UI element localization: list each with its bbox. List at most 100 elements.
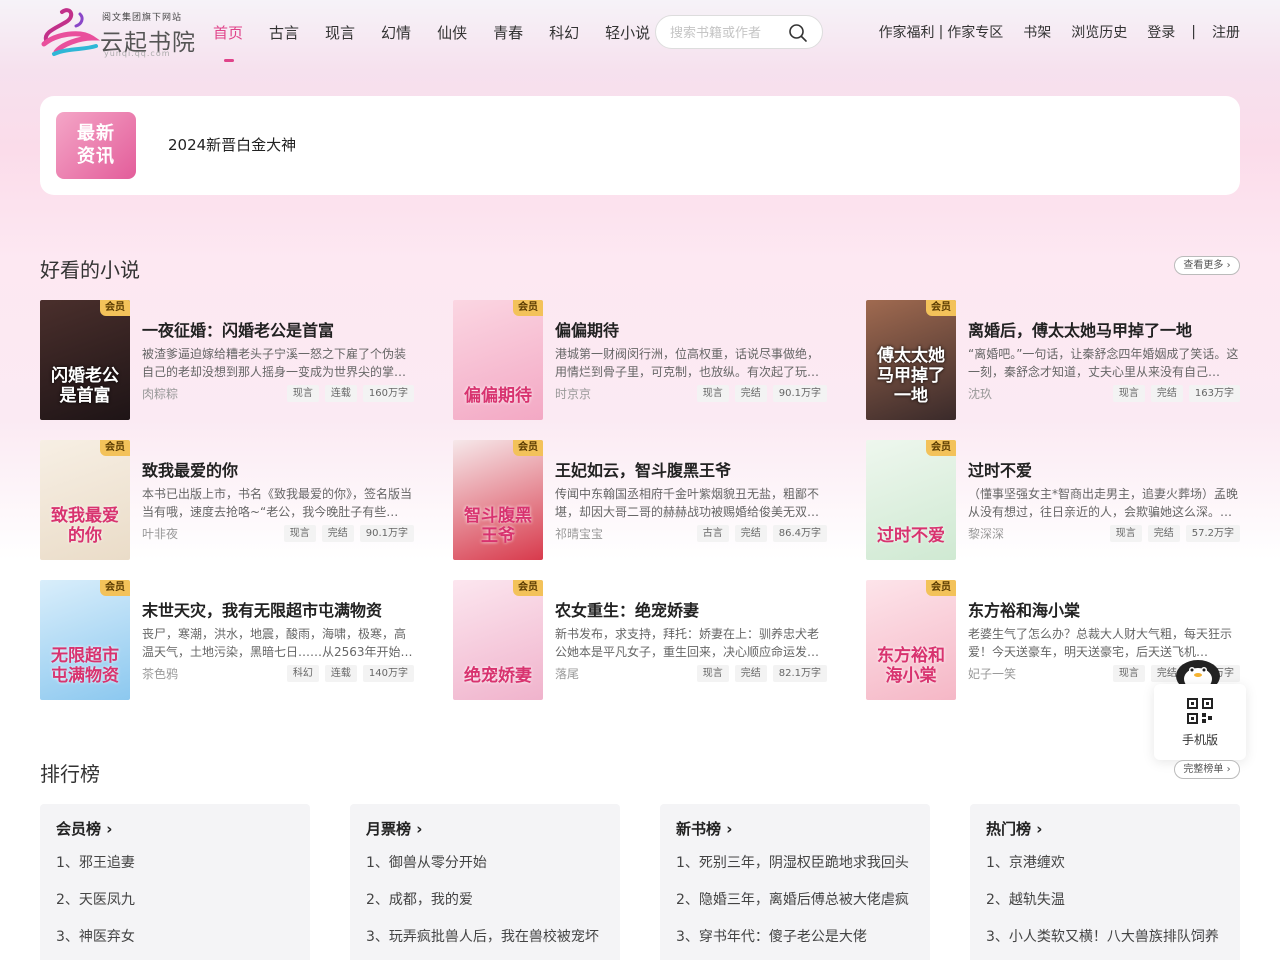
nav-light-novel[interactable]: 轻小说 <box>605 22 650 43</box>
genre-tag: 现言 <box>283 525 316 542</box>
book-cover[interactable]: 会员 智斗腹黑王爷 <box>453 440 543 560</box>
word-count-tag: 163万字 <box>1188 385 1240 402</box>
nav-xianxia[interactable]: 仙侠 <box>437 22 467 43</box>
search-input[interactable] <box>670 23 780 43</box>
nav-fantasy-romance[interactable]: 幻情 <box>381 22 411 43</box>
history-link[interactable]: 浏览历史 <box>1071 22 1127 42</box>
mobile-version-widget[interactable]: 手机版 <box>1154 684 1246 760</box>
book-title[interactable]: 离婚后，傅太太她马甲掉了一地 <box>968 317 1192 341</box>
book-cover[interactable]: 会员 傅太太她马甲掉了一地 <box>866 300 956 420</box>
login-link[interactable]: 登录 <box>1147 22 1175 42</box>
vip-badge: 会员 <box>513 440 543 456</box>
news-badge-line2: 资讯 <box>77 146 115 167</box>
word-count-tag: 57.2万字 <box>1185 525 1240 542</box>
ranking-item[interactable]: 2、天医凤九 <box>56 889 135 909</box>
book-author[interactable]: 黎深深 <box>968 525 1004 542</box>
news-headline[interactable]: 2024新晋白金大神 <box>168 134 296 155</box>
book-tags: 现言 完结 57.2万字 <box>1104 525 1240 542</box>
book-title[interactable]: 一夜征婚：闪婚老公是首富 <box>142 317 334 341</box>
news-banner: 最新 资讯 2024新晋白金大神 <box>40 96 1240 195</box>
book-author[interactable]: 时京京 <box>555 385 591 402</box>
top-header: 阅文集团旗下网站 云起书院 yunqi.qq.com 首页 古言 现言 幻情 仙… <box>0 0 1280 64</box>
book-cover[interactable]: 会员 致我最爱的你 <box>40 440 130 560</box>
book-cover[interactable]: 会员 偏偏期待 <box>453 300 543 420</box>
writer-links-divider: | <box>938 24 944 40</box>
ranking-item[interactable]: 3、玩弄疯批兽人后，我在兽校被宠坏 <box>366 926 599 946</box>
ranking-item[interactable]: 3、小人类软又横！八大兽族排队饲养 <box>986 926 1219 946</box>
book-description: 港城第一财阀闵行洲，位高权重，话说尽事做绝，用情烂到骨子里，可克制，也放纵。有次… <box>555 347 820 379</box>
book-title[interactable]: 农女重生：绝宠娇妻 <box>555 597 699 621</box>
writer-zone-link[interactable]: 作家专区 <box>947 22 1003 42</box>
writer-welfare-link[interactable]: 作家福利 <box>879 22 935 42</box>
book-title[interactable]: 偏偏期待 <box>555 317 619 341</box>
site-logo[interactable]: 阅文集团旗下网站 云起书院 yunqi.qq.com <box>40 4 195 60</box>
book-card[interactable]: 会员 智斗腹黑王爷 王妃如云，智斗腹黑王爷 传闻中东翰国丞相府千金叶紫烟貌丑无盐，粗鄙… <box>453 440 827 560</box>
nav-youth[interactable]: 青春 <box>493 22 523 43</box>
book-tags: 现言 连载 160万字 <box>281 385 414 402</box>
status-tag: 完结 <box>734 525 767 542</box>
ranking-item[interactable]: 1、京港缠欢 <box>986 852 1065 872</box>
book-cover-title: 绝宠娇妻 <box>464 666 532 686</box>
ranking-item[interactable]: 3、神医弃女 <box>56 926 135 946</box>
user-links: 作家福利 | 作家专区 书架 浏览历史 登录 | 注册 <box>879 22 1240 42</box>
book-title[interactable]: 东方裕和海小棠 <box>968 597 1080 621</box>
book-title[interactable]: 过时不爱 <box>968 457 1032 481</box>
book-title[interactable]: 末世天灾，我有无限超市屯满物资 <box>142 597 382 621</box>
view-more-button[interactable]: 查看更多 › <box>1174 256 1240 275</box>
status-tag: 连载 <box>324 385 357 402</box>
bookshelf-link[interactable]: 书架 <box>1023 22 1051 42</box>
main-nav: 首页 古言 现言 幻情 仙侠 青春 科幻 轻小说 <box>213 22 676 62</box>
status-tag: 完结 <box>1150 385 1183 402</box>
book-cover[interactable]: 会员过时不爱 <box>866 440 956 560</box>
book-title[interactable]: 王妃如云，智斗腹黑王爷 <box>555 457 731 481</box>
ranking-card-title[interactable]: 月票榜 › <box>366 818 422 839</box>
book-cover-title: 过时不爱 <box>877 526 945 546</box>
vip-badge: 会员 <box>926 300 956 316</box>
ranking-card-title[interactable]: 新书榜 › <box>676 818 732 839</box>
genre-tag: 现言 <box>286 385 319 402</box>
nav-home[interactable]: 首页 <box>213 22 243 62</box>
vip-badge: 会员 <box>100 300 130 316</box>
book-card[interactable]: 会员 绝宠娇妻 农女重生：绝宠娇妻 新书发布，求支持，拜托：娇妻在上：驯养忠犬老公她本… <box>453 580 827 700</box>
genre-tag: 现言 <box>1109 525 1142 542</box>
book-author[interactable]: 肉粽粽 <box>142 385 178 402</box>
book-author[interactable]: 叶非夜 <box>142 525 178 542</box>
ranking-item[interactable]: 2、隐婚三年，离婚后傅总被大佬虐疯 <box>676 889 909 909</box>
ranking-card-title[interactable]: 热门榜 › <box>986 818 1042 839</box>
book-card[interactable]: 会员 无限超市屯满物资 末世天灾，我有无限超市屯满物资 丧尸，寒潮，洪水，地震，酸雨，… <box>40 580 414 700</box>
book-description: 本书已出版上市，书名《致我最爱的你》，签名版当当有哦，速度去抢咯~“老公，我今晚… <box>142 487 413 519</box>
book-author[interactable]: 妃子一笑 <box>968 665 1016 682</box>
book-author[interactable]: 沈玖 <box>968 385 992 402</box>
book-title[interactable]: 致我最爱的你 <box>142 457 238 481</box>
book-cover[interactable]: 会员 绝宠娇妻 <box>453 580 543 700</box>
full-ranking-button[interactable]: 完整榜单 › <box>1174 760 1240 779</box>
book-tags: 现言 完结 82.1万字 <box>691 665 827 682</box>
nav-ancient[interactable]: 古言 <box>269 22 299 43</box>
book-cover[interactable]: 会员 闪婚老公是首富 <box>40 300 130 420</box>
register-link[interactable]: 注册 <box>1212 22 1240 42</box>
book-card[interactable]: 会员 过时不爱 过时不爱 （懂事坚强女主*智商出走男主，追妻火葬场）孟晚从没有想过，往… <box>866 440 1240 560</box>
word-count-tag: 86.4万字 <box>772 525 827 542</box>
nav-scifi[interactable]: 科幻 <box>549 22 579 43</box>
ranking-item[interactable]: 3、穿书年代：傻子老公是大佬 <box>676 926 867 946</box>
ranking-item[interactable]: 1、邪王追妻 <box>56 852 135 872</box>
vip-badge: 会员 <box>926 440 956 456</box>
book-card[interactable]: 会员 傅太太她马甲掉了一地 离婚后，傅太太她马甲掉了一地 “离婚吧。”一句话，让秦舒念… <box>866 300 1240 420</box>
ranking-item[interactable]: 1、御兽从零分开始 <box>366 852 487 872</box>
ranking-item[interactable]: 2、越轨失温 <box>986 889 1065 909</box>
ranking-item[interactable]: 2、成都，我的爱 <box>366 889 473 909</box>
book-cover-title: 东方裕和海小棠 <box>877 646 945 686</box>
book-card[interactable]: 会员 偏偏期待 偏偏期待港城第一财阀闵行洲，位高权重，话说尽事做绝，用情烂到骨子里，… <box>453 300 827 420</box>
book-card[interactable]: 会员 致我最爱的你 致我最爱的你本书已出版上市，书名《致我最爱的你》，签名版当当有哦… <box>40 440 414 560</box>
book-author[interactable]: 茶色鸦 <box>142 665 178 682</box>
nav-modern[interactable]: 现言 <box>325 22 355 43</box>
ranking-item[interactable]: 1、死别三年，阴湿权臣跪地求我回头 <box>676 852 909 872</box>
book-author[interactable]: 落尾 <box>555 665 579 682</box>
book-cover[interactable]: 会员 东方裕和海小棠 <box>866 580 956 700</box>
logo-domain: yunqi.qq.com <box>104 49 171 58</box>
book-card[interactable]: 会员 闪婚老公是首富 一夜征婚：闪婚老公是首富 被渣爹逼迫嫁给糟老头子宁溪一怒之下雇了… <box>40 300 414 420</box>
ranking-card-title[interactable]: 会员榜 › <box>56 818 112 839</box>
book-author[interactable]: 祁晴宝宝 <box>555 525 603 542</box>
search-icon[interactable] <box>788 23 808 43</box>
book-cover[interactable]: 会员 无限超市屯满物资 <box>40 580 130 700</box>
